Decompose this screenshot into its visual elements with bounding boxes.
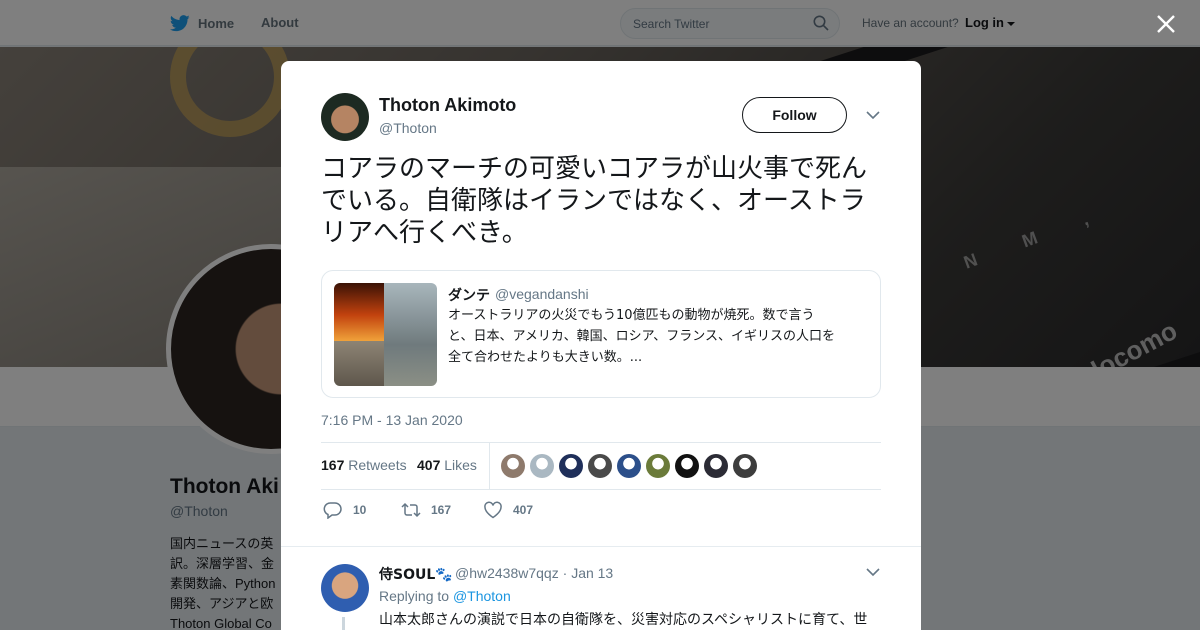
- thread-line: [342, 617, 345, 630]
- author-handle[interactable]: @Thoton: [379, 120, 437, 136]
- liker-avatar[interactable]: [588, 454, 612, 478]
- author-name[interactable]: Thoton Akimoto: [379, 95, 516, 116]
- reply-author-avatar[interactable]: [321, 564, 369, 612]
- reply-count: 10: [353, 503, 367, 517]
- reply-separator: ·: [562, 565, 568, 581]
- liker-avatar[interactable]: [559, 454, 583, 478]
- like-button[interactable]: 407: [483, 501, 533, 519]
- chevron-down-icon[interactable]: [865, 107, 881, 123]
- image-koala-part: [384, 283, 437, 386]
- reply-button[interactable]: 10: [323, 501, 366, 519]
- heart-icon: [484, 501, 502, 519]
- tweet-modal: Thoton Akimoto @Thoton Follow コアラのマーチの可愛…: [281, 61, 921, 630]
- replying-prefix: Replying to: [379, 588, 450, 604]
- quoted-tweet-text: オーストラリアの火災でもう10億匹もの動物が焼死。数で言う と、日本、アメリカ、…: [448, 305, 873, 368]
- quoted-author-name: ダンテ: [448, 288, 490, 304]
- quoted-tweet-image: [334, 283, 437, 386]
- quoted-text-line: 全て合わせたよりも大きい数。...: [448, 350, 643, 365]
- chevron-down-icon[interactable]: [865, 564, 881, 580]
- quoted-tweet[interactable]: ダンテ @vegandanshi オーストラリアの火災でもう10億匹もの動物が焼…: [321, 270, 881, 398]
- likes-stat[interactable]: 407 Likes: [417, 457, 477, 473]
- replying-to: Replying to @Thoton: [379, 588, 511, 604]
- reply-icon: [323, 502, 342, 519]
- close-icon[interactable]: [1154, 12, 1178, 36]
- liker-avatar[interactable]: [675, 454, 699, 478]
- like-count: 407: [513, 503, 534, 517]
- likes-label: Likes: [444, 457, 477, 473]
- liker-avatar[interactable]: [733, 454, 757, 478]
- replying-to-handle[interactable]: @Thoton: [453, 588, 511, 604]
- tweet-actions: 10 167 407: [321, 501, 881, 521]
- tweet-timestamp[interactable]: 7:16 PM - 13 Jan 2020: [321, 412, 463, 428]
- reply-meta: @hw2438w7qqz · Jan 13: [455, 565, 613, 581]
- liker-avatar[interactable]: [646, 454, 670, 478]
- image-koala-part: [334, 341, 384, 386]
- tweet-stats: 167 Retweets 407 Likes: [321, 442, 881, 490]
- quoted-author-handle: @vegandanshi: [495, 286, 589, 302]
- liker-avatar[interactable]: [617, 454, 641, 478]
- author-avatar[interactable]: [321, 93, 369, 141]
- reply-date[interactable]: Jan 13: [571, 565, 613, 581]
- tweet-text: コアラのマーチの可愛いコアラが山火事で死んでいる。自衛隊はイランではなく、オース…: [321, 154, 868, 248]
- retweet-button[interactable]: 167: [401, 501, 451, 519]
- reply-author-name[interactable]: 侍SOUL🐾: [379, 564, 453, 584]
- liker-avatar[interactable]: [704, 454, 728, 478]
- retweets-label: Retweets: [348, 457, 407, 473]
- reply-text: 山本太郎さんの演説で日本の自衛隊を、災害対応のスペシャリストに育て、世: [379, 612, 868, 628]
- quoted-text-line: オーストラリアの火災でもう10億匹もの動物が焼死。数で言う: [448, 308, 815, 323]
- liker-avatar[interactable]: [530, 454, 554, 478]
- follow-button[interactable]: Follow: [742, 97, 847, 133]
- reply-author-handle[interactable]: @hw2438w7qqz: [455, 565, 559, 581]
- image-fire-part: [334, 283, 384, 341]
- stats-divider: [489, 443, 490, 489]
- retweets-count: 167: [321, 457, 345, 473]
- likers-avatars: [501, 454, 757, 478]
- reply-tweet[interactable]: 侍SOUL🐾 @hw2438w7qqz · Jan 13 Replying to…: [281, 546, 921, 630]
- retweet-icon: [401, 502, 421, 518]
- likes-count: 407: [417, 457, 441, 473]
- retweet-count: 167: [431, 503, 452, 517]
- liker-avatar[interactable]: [501, 454, 525, 478]
- retweets-stat[interactable]: 167 Retweets: [321, 457, 407, 473]
- quoted-text-line: と、日本、アメリカ、韓国、ロシア、フランス、イギリスの人口を: [448, 329, 836, 344]
